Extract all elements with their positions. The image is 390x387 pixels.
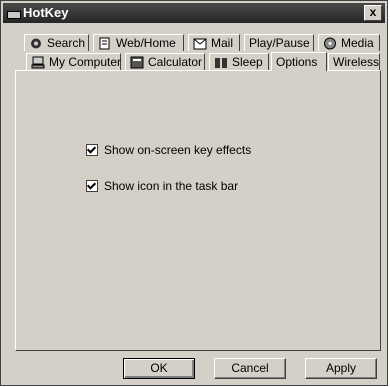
tab-options[interactable]: Options xyxy=(271,52,327,71)
tab-sleep[interactable]: Sleep xyxy=(209,53,269,70)
tab-calculator[interactable]: Calculator xyxy=(125,53,205,70)
tab-label: Media xyxy=(341,36,374,50)
web-home-icon xyxy=(98,37,112,50)
tab-search[interactable]: Search xyxy=(24,34,89,51)
calculator-icon xyxy=(130,56,144,69)
show-key-effects-label: Show on-screen key effects xyxy=(104,143,252,157)
tab-my-computer[interactable]: My Computer xyxy=(26,53,121,70)
tab-label: Play/Pause xyxy=(249,36,310,50)
apply-button[interactable]: Apply xyxy=(305,358,377,379)
tab-media[interactable]: Media xyxy=(318,34,380,51)
mail-icon xyxy=(193,37,207,50)
sleep-icon xyxy=(214,56,228,69)
show-key-effects-option[interactable]: Show on-screen key effects xyxy=(86,143,251,157)
tab-label: Wireless xyxy=(333,55,380,69)
options-panel: Show on-screen key effects Show icon in … xyxy=(15,70,381,351)
tab-wireless[interactable]: Wireless xyxy=(328,53,380,70)
close-button[interactable]: x xyxy=(364,5,382,21)
show-tray-icon-label: Show icon in the task bar xyxy=(104,179,239,193)
media-icon xyxy=(323,37,337,50)
cancel-button[interactable]: Cancel xyxy=(214,358,286,379)
show-tray-icon-checkbox[interactable] xyxy=(86,180,98,192)
computer-icon xyxy=(31,56,45,69)
tab-label: Web/Home xyxy=(116,36,176,50)
keyboard-icon xyxy=(7,11,21,19)
tab-play-pause[interactable]: Play/Pause xyxy=(244,34,314,51)
tab-label: Sleep xyxy=(232,55,263,69)
tab-mail[interactable]: Mail xyxy=(188,34,240,51)
title-bar[interactable]: HotKey x xyxy=(3,3,385,23)
window-title: HotKey xyxy=(23,5,69,20)
tab-label: My Computer xyxy=(49,55,122,69)
tab-web-home[interactable]: Web/Home xyxy=(93,34,184,51)
show-tray-icon-option[interactable]: Show icon in the task bar xyxy=(86,179,238,193)
search-gear-icon xyxy=(29,37,43,50)
tab-label: Options xyxy=(276,55,318,69)
show-key-effects-checkbox[interactable] xyxy=(86,144,98,156)
tab-label: Search xyxy=(47,36,86,50)
tab-label: Calculator xyxy=(148,55,203,69)
ok-button[interactable]: OK xyxy=(123,358,195,379)
tab-label: Mail xyxy=(211,36,234,50)
